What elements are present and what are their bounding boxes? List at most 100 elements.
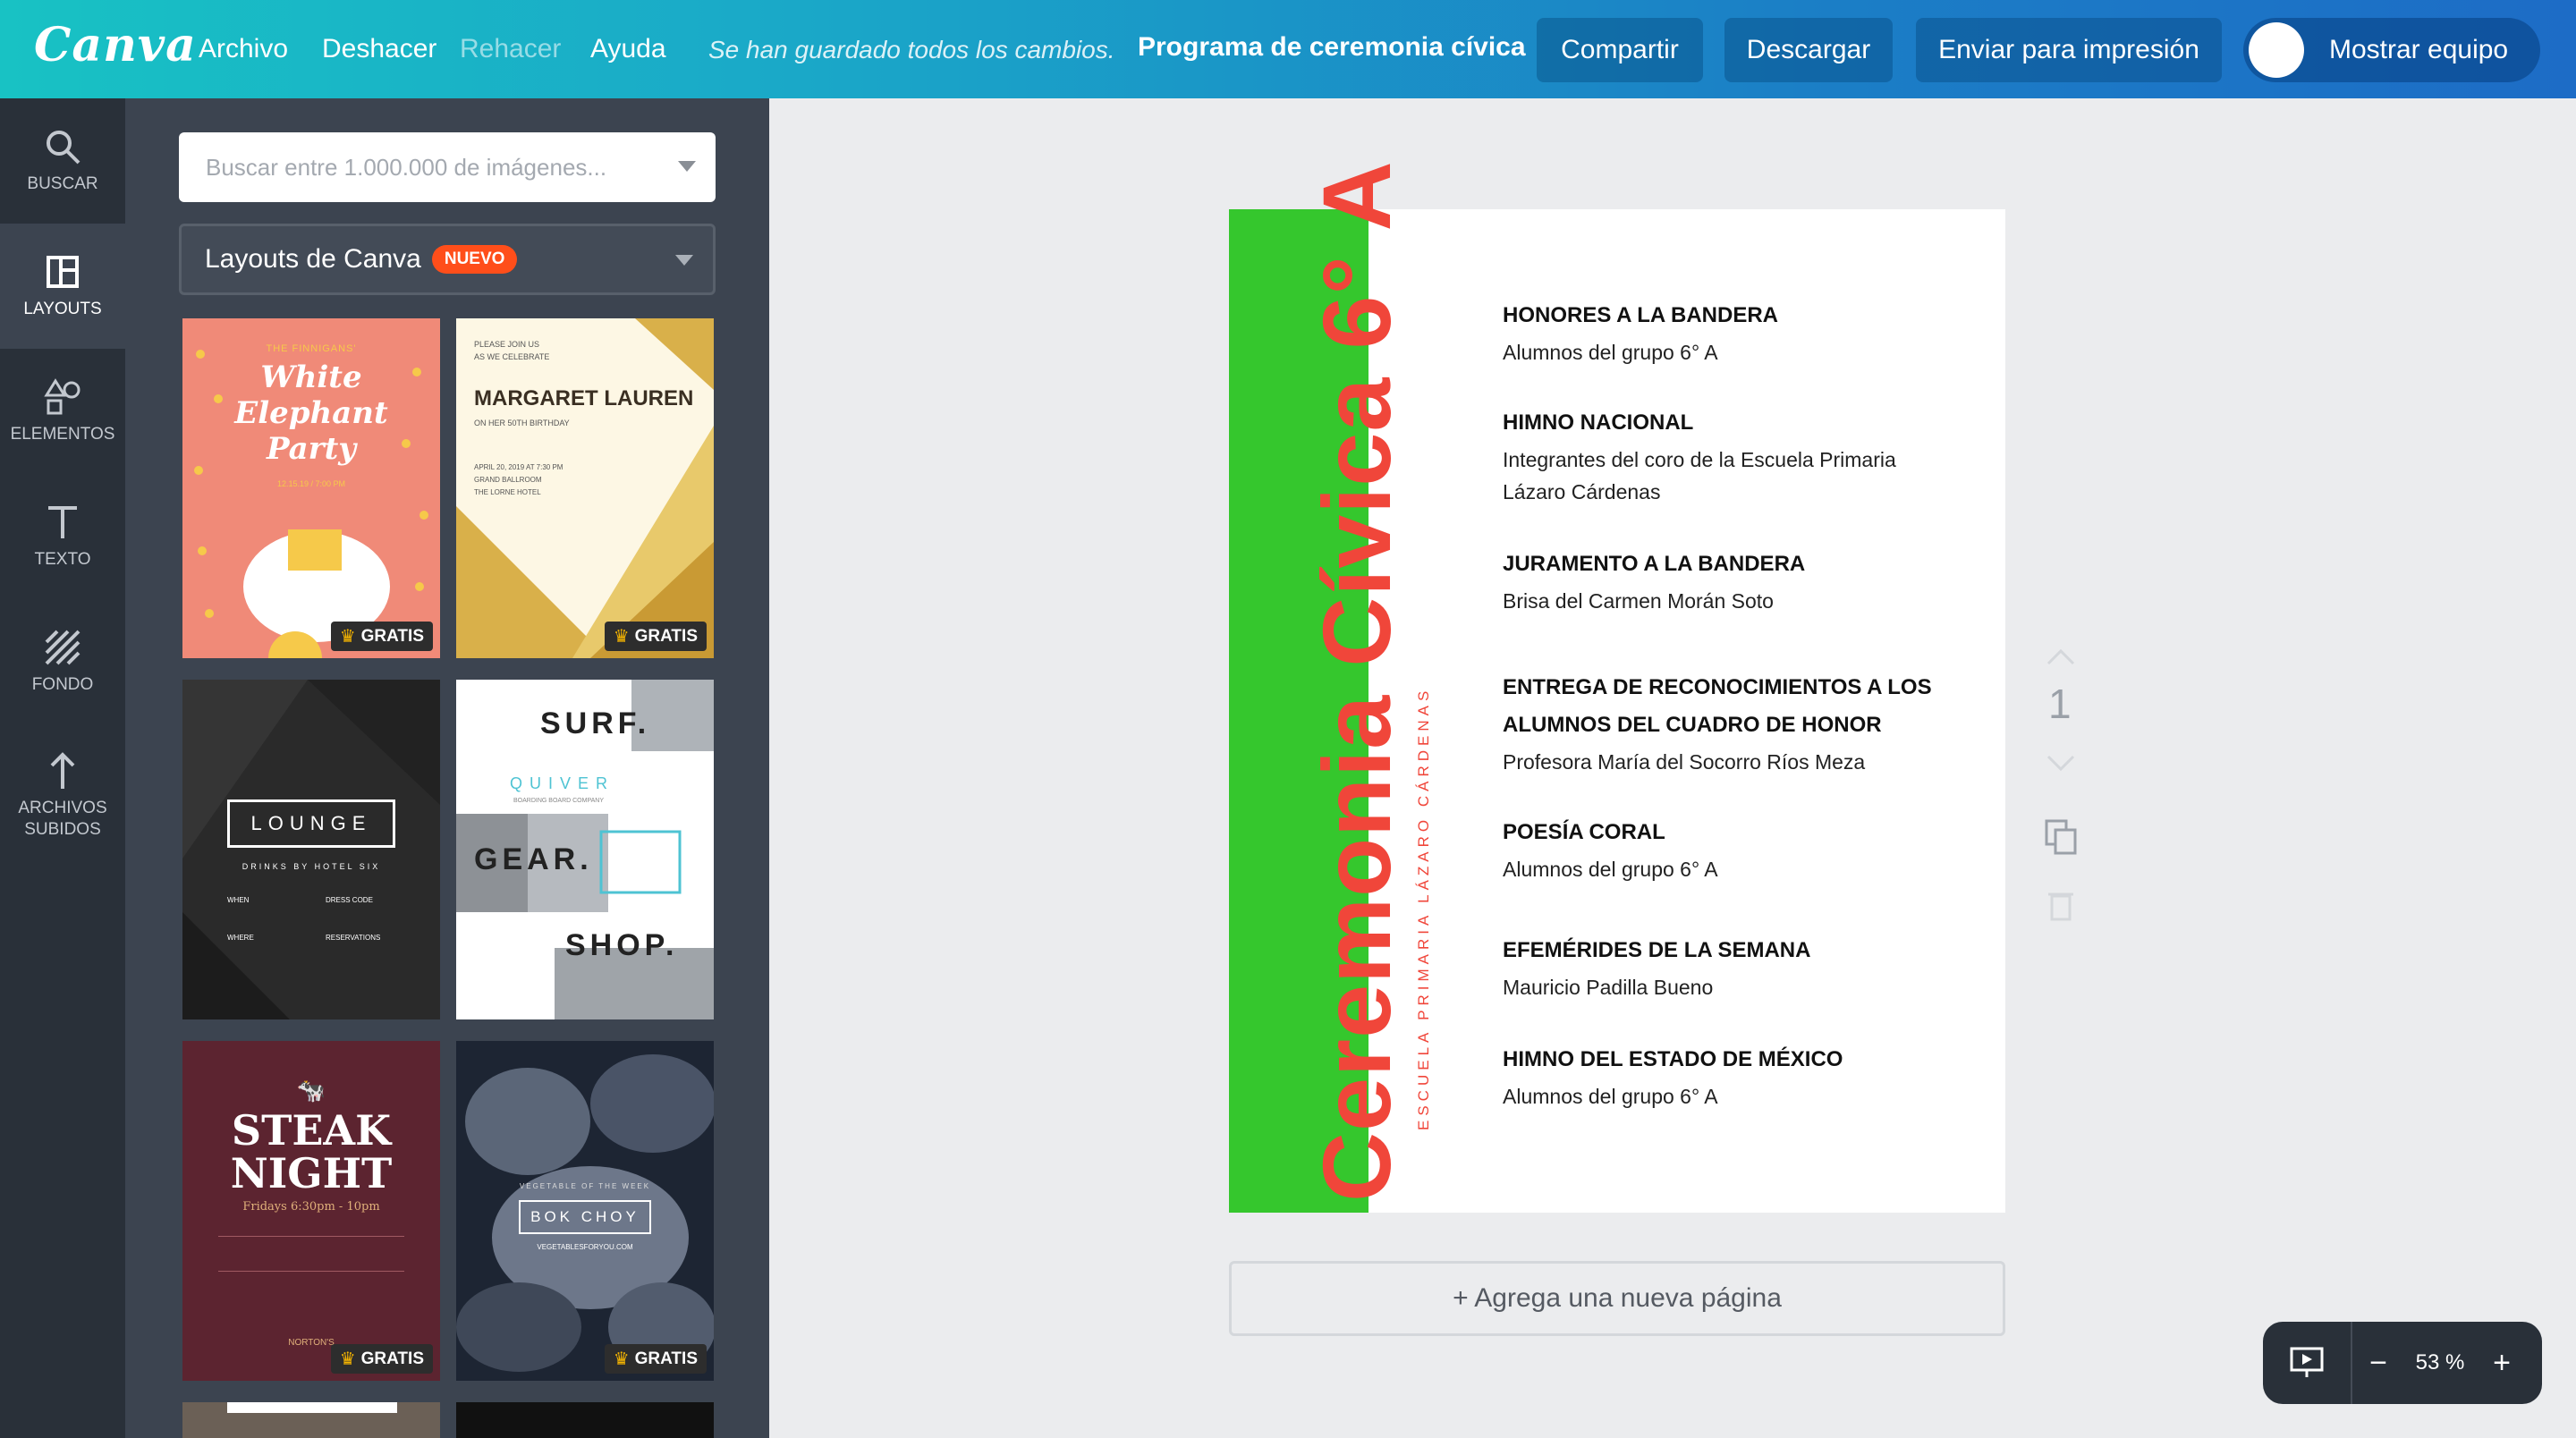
thumb-title: SHOP.: [565, 928, 679, 962]
rail-label: TEXTO: [34, 550, 91, 569]
text-icon: [48, 506, 77, 538]
chevron-down-icon[interactable]: [2045, 753, 2077, 774]
program-heading: HONORES A LA BANDERA: [1503, 303, 1779, 327]
zoom-level[interactable]: 53 %: [2404, 1350, 2476, 1375]
program-item[interactable]: HONORES A LA BANDERA Alumnos del grupo 6…: [1503, 297, 1968, 368]
rail-item-elementos[interactable]: ELEMENTOS: [0, 349, 125, 474]
rail-item-buscar[interactable]: BUSCAR: [0, 98, 125, 224]
rail-item-archivos-subidos[interactable]: ARCHIVOS SUBIDOS: [0, 724, 125, 867]
layout-thumbnail-lounge[interactable]: LOUNGE DRINKS BY HOTEL SIX WHEN DRESS CO…: [182, 680, 440, 1019]
thumb-stripe: [227, 1402, 397, 1413]
crown-icon: ♛: [339, 1349, 356, 1369]
layout-thumbnail-white-elephant[interactable]: THE FINNIGANS' White Elephant Party 12.1…: [182, 318, 440, 658]
rail-label: ARCHIVOS: [18, 799, 107, 817]
program-detail: Profesora María del Socorro Ríos Meza: [1503, 750, 1866, 774]
thumb-text: VEGETABLESFORYOU.COM: [537, 1243, 633, 1251]
program-heading: HIMNO NACIONAL: [1503, 410, 1694, 435]
rail-item-texto[interactable]: TEXTO: [0, 474, 125, 599]
rail-item-fondo[interactable]: FONDO: [0, 599, 125, 724]
download-button[interactable]: Descargar: [1724, 18, 1893, 82]
thumb-line: APRIL 20, 2019 AT 7:30 PM: [474, 463, 564, 471]
free-badge-label: GRATIS: [634, 626, 698, 646]
thumb-line: PLEASE JOIN US: [474, 340, 540, 349]
program-item[interactable]: POESÍA CORAL Alumnos del grupo 6° A: [1503, 814, 1968, 885]
chevron-down-icon: [675, 255, 693, 266]
menu-rehacer[interactable]: Rehacer: [460, 34, 561, 64]
program-detail: Alumnos del grupo 6° A: [1503, 858, 1718, 881]
program-item[interactable]: JURAMENTO A LA BANDERA Brisa del Carmen …: [1503, 546, 1968, 617]
thumb-title: MARGARET LAUREN: [474, 386, 694, 410]
canva-logo[interactable]: Canva: [34, 18, 197, 72]
top-bar: Canva Archivo Deshacer Rehacer Ayuda Se …: [0, 0, 2576, 98]
duplicate-page-icon[interactable]: [2043, 817, 2079, 857]
program-heading: POESÍA CORAL: [1503, 820, 1665, 844]
thumb-text: PLEASE JOIN US AS WE CELEBRATE: [474, 338, 549, 363]
menu-deshacer[interactable]: Deshacer: [322, 34, 436, 64]
thumb-text: VEGETABLE OF THE WEEK: [519, 1182, 651, 1190]
show-team-button[interactable]: Mostrar equipo: [2243, 18, 2540, 82]
free-badge: ♛ GRATIS: [330, 1344, 433, 1374]
elements-icon: [44, 378, 80, 415]
menu-archivo[interactable]: Archivo: [199, 34, 288, 64]
share-button[interactable]: Compartir: [1537, 18, 1703, 82]
thumb-title-line: NIGHT: [230, 1149, 393, 1197]
print-button[interactable]: Enviar para impresión: [1916, 18, 2222, 82]
thumb-text: RESERVATIONS: [326, 934, 381, 942]
chevron-down-icon[interactable]: [678, 161, 696, 172]
layout-thumbnail-steak-night[interactable]: 🐄 STEAK NIGHT Fridays 6:30pm - 10pm NORT…: [182, 1041, 440, 1381]
program-detail: Brisa del Carmen Morán Soto: [1503, 589, 1774, 613]
program-heading: EFEMÉRIDES DE LA SEMANA: [1503, 938, 1811, 962]
free-badge: ♛ GRATIS: [604, 1344, 707, 1374]
left-rail: BUSCAR LAYOUTS ELEMENTOS TEXTO FONDO ARC…: [0, 98, 125, 1438]
rail-label: FONDO: [31, 675, 94, 694]
trash-icon[interactable]: [2046, 887, 2075, 923]
layouts-panel: Buscar entre 1.000.000 de imágenes... La…: [125, 98, 769, 1438]
program-item[interactable]: HIMNO DEL ESTADO DE MÉXICO Alumnos del g…: [1503, 1041, 1968, 1112]
thumb-text: WHEN: [227, 896, 250, 904]
thumb-title: SURF.: [540, 706, 651, 740]
cow-icon: 🐄: [296, 1077, 326, 1104]
layout-thumbnail-margaret-lauren[interactable]: PLEASE JOIN US AS WE CELEBRATE MARGARET …: [456, 318, 714, 658]
building-texture: [182, 680, 440, 1019]
document-title[interactable]: Programa de ceremonia cívica: [1138, 32, 1526, 63]
rail-label: SUBIDOS: [24, 820, 101, 839]
thumb-title-line: STEAK: [231, 1106, 392, 1155]
add-page-button[interactable]: + Agrega una nueva página: [1229, 1261, 2005, 1336]
thumb-text: 12.15.19 / 7:00 PM: [276, 479, 346, 488]
zoom-out-button[interactable]: −: [2352, 1346, 2404, 1381]
free-badge-label: GRATIS: [360, 1349, 424, 1368]
program-detail: Alumnos del grupo 6° A: [1503, 1085, 1718, 1108]
program-item[interactable]: HIMNO NACIONAL Integrantes del coro de l…: [1503, 404, 1968, 508]
image-search-input[interactable]: Buscar entre 1.000.000 de imágenes...: [179, 132, 716, 202]
thumb-title: STEAK NIGHT: [182, 1109, 440, 1195]
rail-item-layouts[interactable]: LAYOUTS: [0, 224, 125, 349]
free-badge: ♛ GRATIS: [330, 622, 433, 651]
thumb-title: GEAR.: [474, 842, 593, 876]
design-page[interactable]: Ceremonia Cívica 6° A ESCUELA PRIMARIA L…: [1229, 160, 2005, 1213]
layouts-dropdown[interactable]: Layouts de Canva NUEVO: [179, 224, 716, 295]
layouts-dropdown-label: Layouts de Canva: [205, 244, 421, 274]
crown-icon: ♛: [613, 1349, 630, 1369]
thumb-title-line: Elephant: [234, 395, 388, 431]
layout-thumbnail-surf-gear[interactable]: SURF. QUIVER BOARDING BOARD COMPANY GEAR…: [456, 680, 714, 1019]
zoom-control: − 53 % +: [2263, 1322, 2542, 1404]
chevron-up-icon[interactable]: [2045, 646, 2077, 667]
vertical-subtitle[interactable]: ESCUELA PRIMARIA LÁZARO CÁRDENAS: [1415, 687, 1433, 1130]
layout-thumbnail-partial[interactable]: [182, 1402, 440, 1438]
menu-ayuda[interactable]: Ayuda: [590, 34, 666, 64]
program-item[interactable]: ENTREGA DE RECONOCIMIENTOS A LOS ALUMNOS…: [1503, 669, 1968, 778]
present-icon: [2290, 1347, 2324, 1377]
layout-thumbnail-bok-choy[interactable]: VEGETABLE OF THE WEEK BOK CHOY VEGETABLE…: [456, 1041, 714, 1381]
page-number: 1: [2048, 681, 2072, 727]
thumb-text: QUIVER: [510, 774, 615, 792]
vertical-title[interactable]: Ceremonia Cívica 6° A: [1301, 160, 1412, 1202]
thumb-divider: [218, 1236, 404, 1272]
thumb-text: DRESS CODE: [326, 896, 373, 904]
present-button[interactable]: [2263, 1322, 2352, 1404]
layout-thumbnail-partial[interactable]: [456, 1402, 714, 1438]
zoom-in-button[interactable]: +: [2476, 1346, 2528, 1381]
search-icon: [47, 131, 80, 165]
program-item[interactable]: EFEMÉRIDES DE LA SEMANA Mauricio Padilla…: [1503, 932, 1968, 1003]
layouts-icon: [47, 256, 79, 288]
show-team-label: Mostrar equipo: [2329, 35, 2509, 64]
